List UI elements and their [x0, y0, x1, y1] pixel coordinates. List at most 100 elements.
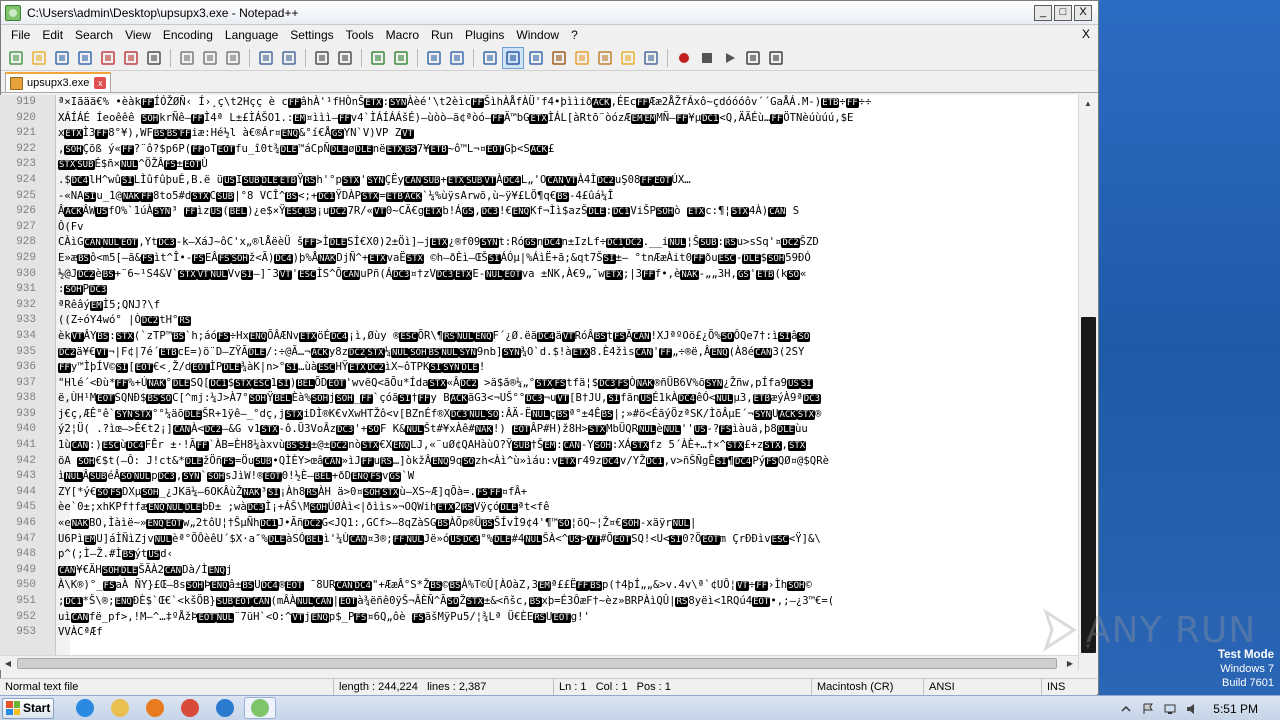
line-text[interactable]: ((Z÷óY4wó° |ÒDC2tH°RS — [58, 313, 1076, 330]
stop-macro-icon[interactable] — [696, 47, 718, 69]
editor-line[interactable]: 928 CÀìGCAN NUL EOT,YtDC3-k–XáJ~ôC'x„®lÅëèÜ… — [0, 235, 1078, 251]
find-icon[interactable] — [311, 47, 333, 69]
new-file-icon[interactable] — [5, 47, 27, 69]
menu-file[interactable]: File — [5, 25, 36, 45]
line-text[interactable]: «eNAKBO,Ìàìë~»ENQ EOTw„2tôU¦†ŠµÑhDC1J•ÃñD… — [58, 516, 1076, 533]
line-text[interactable]: À\K®)°_FSaÀ ÑY}£Œ–8sSOHÞENQâ±BSUDC4®EOT … — [58, 578, 1076, 595]
editor-line[interactable]: 947 U6PìEMU]áÌÑìZjvNULèª°ÕÔèêU´$X·a″%DLEà… — [0, 532, 1078, 548]
editor-line[interactable]: 950 À\K®)°_FSaÀ ÑY}£Œ–8sSOHÞENQâ±BSUDC4®E… — [0, 578, 1078, 594]
tab-upsupx3[interactable]: upsupx3.exe x — [5, 72, 112, 92]
network-icon[interactable] — [1163, 702, 1177, 716]
volume-icon[interactable] — [1185, 702, 1199, 716]
editor-line[interactable]: 941 1ùCAN:)ESCùDC4FÊr ±·!ÃFF`ÀB=ÈH8¼àxvùB… — [0, 438, 1078, 454]
line-text[interactable]: èe`0±;xhKPf†fæENQ NUL DLEbÐ± ;wàDC3Ì¡+ÁŠ\M… — [58, 500, 1076, 517]
line-text[interactable]: "Hlé´<Ðù*FF%+ÚNAK°DLESQ[DC1$STX ESC1SI)BE… — [58, 376, 1076, 393]
editor-line[interactable]: 945 èe`0±;xhKPf†fæENQ NUL DLEbÐ± ;wàDC3Ì¡+Á… — [0, 500, 1078, 516]
line-text[interactable]: CAN¥€ÄHSOH DLEŠÃÀ2CANDà/ÌENQj — [58, 563, 1076, 580]
line-text[interactable]: ª×Iãää€% •èàkFFÍÓŽØÑ‹ Í›¸ç\t2Hçç è cFFâh… — [58, 95, 1076, 112]
line-text[interactable]: STX SUBÉ$ñ×NUL^ÖŽÂFS±EOTÙ — [58, 157, 1076, 174]
editor-line[interactable]: 949 CAN¥€ÄHSOH DLEŠÃÀ2CANDà/ÌENQj — [0, 563, 1078, 579]
editor-line[interactable]: 920 XÁÍÁÉ Íeoêêê SOHkrÑê–FFÌ4ª L±£ÌÁŠO1.:… — [0, 111, 1078, 127]
scroll-up-arrow-icon[interactable]: ▲ — [1079, 95, 1097, 112]
menu-plugins[interactable]: Plugins — [459, 25, 510, 45]
line-text[interactable]: xETXÌ3FF8°¥),WFBS BS FFiæ:Hé½l à€®Ár¤ENQ&°… — [58, 126, 1076, 143]
editor-line[interactable]: 931:SOHPDC3 — [0, 282, 1078, 298]
line-text[interactable]: ªRêâýEMÌ5;QNJ?\f — [58, 298, 1076, 315]
paste-icon[interactable] — [222, 47, 244, 69]
line-text[interactable]: ìNULÂSUBéÂSO NULpDC3,SYN`SOHsJìW!®EOT0!½È… — [58, 469, 1076, 486]
line-text[interactable]: U6PìEMU]áÌÑìZjvNULèª°ÕÔèêU´$X·a″%DLEàSÓB… — [58, 532, 1076, 549]
taskbar-notepadpp-button[interactable] — [244, 697, 276, 719]
menu-edit[interactable]: Edit — [36, 25, 69, 45]
line-text[interactable]: .$DC4lH^wûSILÌûfûþuÉ,B.ë üUSISUB DLE ETBŸR… — [58, 173, 1076, 190]
horizontal-scrollbar[interactable]: ◀ ▶ — [0, 655, 1078, 670]
tab-close-button[interactable]: x — [94, 77, 107, 89]
menu-view[interactable]: View — [119, 25, 157, 45]
doc-map-icon[interactable] — [571, 47, 593, 69]
tray-chevron-icon[interactable] — [1119, 702, 1133, 716]
redo-icon[interactable] — [278, 47, 300, 69]
line-text[interactable]: j€ç,ÆÊ°ê`SYN STX°°¼äõDLEŠR+1ÿê–_°dç,jSTXi… — [58, 407, 1076, 424]
menu-search[interactable]: Search — [69, 25, 119, 45]
monitor-icon[interactable] — [640, 47, 662, 69]
line-text[interactable]: CÀìGCAN NUL EOT,YtDC3-k–XáJ~ôC'x„®lÅëèÜ šF… — [58, 235, 1076, 252]
line-text[interactable]: ë,ÙH¹MEOTSQNÐ$BS SOC[^mj:¼J>À7°SOHŸBELÈà%… — [58, 391, 1076, 408]
run-macro-multiple-icon[interactable] — [742, 47, 764, 69]
editor-line[interactable]: 933 ((Z÷óY4wó° |ÒDC2tH°RS — [0, 313, 1078, 329]
editor-line[interactable]: 919 ª×Iãää€% •èàkFFÍÓŽØÑ‹ Í›¸ç\t2Hçç è cF… — [0, 95, 1078, 111]
line-text[interactable]: 1ùCAN:)ESCùDC4FÊr ±·!ÃFF`ÀB=ÈH8¼àxvùBS SI… — [58, 438, 1076, 455]
editor-line[interactable]: 952 uìCANfë_pf>,!M–^…‡ºÅžÞEOT NUL¨7üH`<O:^… — [0, 610, 1078, 626]
close-all-icon[interactable] — [120, 47, 142, 69]
editor-line[interactable]: 939 j€ç,ÆÊ°ê`SYN STX°°¼äõDLEŠR+1ÿê–_°dç,jS… — [0, 407, 1078, 423]
all-chars-icon[interactable] — [502, 46, 524, 69]
undo-icon[interactable] — [255, 47, 277, 69]
editor-line[interactable]: 938 ë,ÙH¹MEOTSQNÐ$BS SOC[^mj:¼J>À7°SOHŸBEL… — [0, 391, 1078, 407]
editor-line[interactable]: 926 ÂACKÂWUSfO%`1úÀSYN³ FFìzUS(BEL)¿e$×ŸE… — [0, 204, 1078, 220]
editor-line[interactable]: 942 öA SOH€$t(–Ô: J!ct&*DLEžÖñFS=ÖuSUB•QÌ… — [0, 454, 1078, 470]
line-text[interactable]: p^(;Ì–Ž.#ÌBSýtUSd‹ — [58, 547, 1076, 564]
line-text[interactable]: ZY[*ý€SO FSDXµSOH_¿JKã¼–6OKÂùŽNAK³SI¡Àh8R… — [58, 485, 1076, 502]
line-text[interactable]: èkVTÂYBS:STX(`zTP™BS`h;áóFS÷HxENQÕÂÆNvET… — [58, 329, 1076, 346]
save-macro-icon[interactable] — [765, 47, 787, 69]
vertical-scroll-thumb[interactable] — [1081, 317, 1096, 653]
maximize-button[interactable]: □ — [1054, 4, 1072, 21]
line-text[interactable]: XÁÍÁÉ Íeoêêê SOHkrÑê–FFÌ4ª L±£ÌÁŠO1.:EM¤… — [58, 111, 1076, 128]
line-text[interactable]: ,SOHÇõß ý«FF?¨ô?$p6P(FFoTEOTfu_î0t¾DLE™á… — [58, 142, 1076, 159]
editor-line[interactable]: 923 STX SUBÉ$ñ×NUL^ÖŽÂFS±EOTÙ — [0, 157, 1078, 173]
indent-guide-icon[interactable] — [525, 47, 547, 69]
text-lines[interactable]: 919 ª×Iãää€% •èàkFFÍÓŽØÑ‹ Í›¸ç\t2Hçç è cF… — [0, 95, 1078, 655]
editor-area[interactable]: 919 ª×Iãää€% •èàkFFÍÓŽØÑ‹ Í›¸ç\t2Hçç è cF… — [0, 95, 1097, 670]
taskbar-edge-button[interactable] — [209, 697, 241, 719]
play-macro-icon[interactable] — [719, 47, 741, 69]
line-text[interactable]: E»æBSô<m5[–ã&FSìt^Î•-FSEÂFS SOHž<Ã)DC4)þ%… — [58, 251, 1076, 268]
start-button[interactable]: Start — [2, 697, 54, 719]
flag-notification-icon[interactable] — [1141, 702, 1155, 716]
replace-icon[interactable] — [334, 47, 356, 69]
menu-encoding[interactable]: Encoding — [157, 25, 219, 45]
minimize-button[interactable]: _ — [1034, 4, 1052, 21]
line-text[interactable]: öA SOH€$t(–Ô: J!ct&*DLEžÖñFS=ÖuSUB•QÌÈY>… — [58, 454, 1076, 471]
scroll-left-arrow-icon[interactable]: ◀ — [0, 656, 16, 670]
editor-line[interactable]: 951 ;DC1*Š\®;ENQÐÈ$`Œ€`<kšÖB}SUB EOT CAN(mÂ… — [0, 594, 1078, 610]
save-all-icon[interactable] — [74, 47, 96, 69]
line-text[interactable]: uìCANfë_pf>,!M–^…‡ºÅžÞEOT NUL¨7üH`<O:^VTj… — [58, 610, 1076, 627]
horizontal-scroll-thumb[interactable] — [17, 658, 1057, 669]
editor-line[interactable]: 937 "Hlé´<Ðù*FF%+ÚNAK°DLESQ[DC1$STX ESC1SI… — [0, 376, 1078, 392]
editor-line[interactable]: 921 xETXÌ3FF8°¥),WFBS BS FFiæ:Hé½l à€®Ár¤EN… — [0, 126, 1078, 142]
editor-line[interactable]: 922 ,SOHÇõß ý«FF?¨ô?$p6P(FFoTEOTfu_î0t¾DL… — [0, 142, 1078, 158]
editor-line[interactable]: 936 FFy™ÌþÍV©SI[EOT€<¸Ž/dEOTÌPDLE¾àK|n>°S… — [0, 360, 1078, 376]
sync-v-icon[interactable] — [423, 47, 445, 69]
sync-h-icon[interactable] — [446, 47, 468, 69]
menu-macro[interactable]: Macro — [380, 25, 425, 45]
line-text[interactable]: ÂACKÂWUSfO%`1úÀSYN³ FFìzUS(BEL)¿e$×ŸESC B… — [58, 204, 1076, 221]
zoom-out-icon[interactable] — [390, 47, 412, 69]
title-bar[interactable]: C:\Users\admin\Desktop\upsupx3.exe - Not… — [1, 1, 1098, 25]
lang-icon[interactable] — [548, 47, 570, 69]
record-macro-icon[interactable] — [673, 47, 695, 69]
menu-run[interactable]: Run — [425, 25, 459, 45]
line-text[interactable]: DC2ä¥€VT¬|F¢|7é´ETBcE=)ö¨D–ZŸÃDLE/:÷@Ã…¬… — [58, 345, 1076, 362]
line-text[interactable]: ½@JDC2èBS+¨6~¹S4&V`STX VT NULVvSI–]¯3VT'ES… — [58, 267, 1076, 284]
editor-line[interactable]: 925 -«NASIu_1@NAK FF8to5#dSTXCSUB|°8 VCÎ^B… — [0, 189, 1078, 205]
clock[interactable]: 5:51 PM — [1213, 702, 1258, 716]
print-icon[interactable] — [143, 47, 165, 69]
